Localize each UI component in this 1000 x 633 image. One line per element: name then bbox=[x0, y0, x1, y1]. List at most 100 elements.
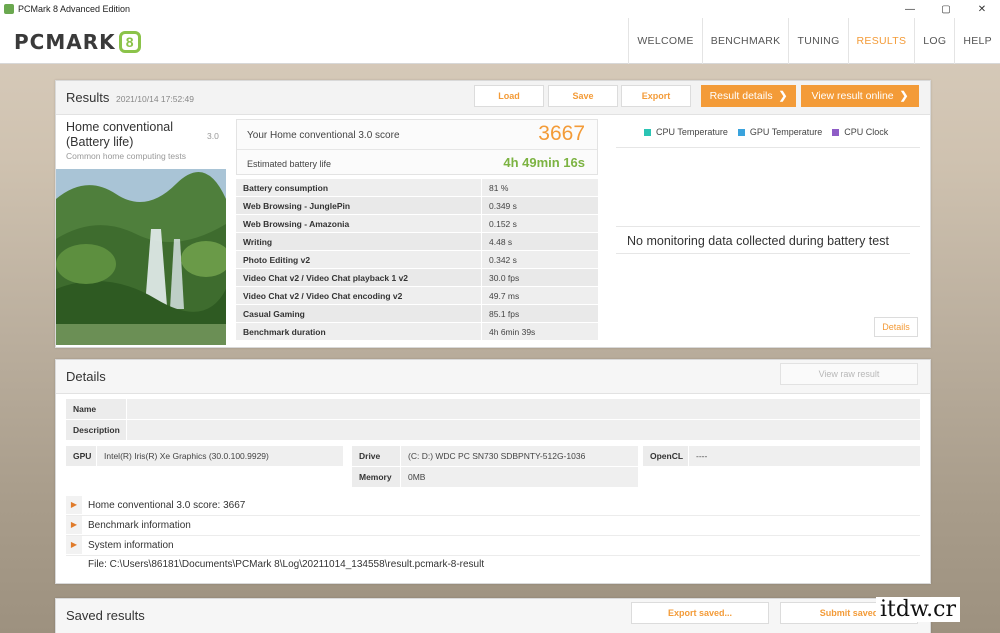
nav-results[interactable]: RESULTS bbox=[847, 18, 915, 64]
chevron-right-icon: ❯ bbox=[778, 90, 788, 102]
monitoring-details-button[interactable]: Details bbox=[874, 317, 918, 337]
metric-name: Photo Editing v2 bbox=[236, 251, 482, 268]
legend-item[interactable]: GPU Temperature bbox=[737, 127, 823, 137]
metric-row: Web Browsing - JunglePin 0.349 s bbox=[236, 197, 598, 215]
pcmark-logo: PCMARK 8 bbox=[14, 30, 141, 54]
metric-name: Benchmark duration bbox=[236, 323, 482, 340]
nav-log[interactable]: LOG bbox=[914, 18, 954, 64]
nav-help[interactable]: HELP bbox=[954, 18, 1000, 64]
metric-row: Writing 4.48 s bbox=[236, 233, 598, 251]
details-panel: Details View raw result Name Description… bbox=[55, 359, 931, 584]
export-button[interactable]: Export bbox=[621, 85, 691, 107]
metric-row: Video Chat v2 / Video Chat encoding v2 49… bbox=[236, 287, 598, 305]
expand-arrow-icon: ▶ bbox=[66, 516, 82, 534]
nav-tuning[interactable]: TUNING bbox=[788, 18, 847, 64]
metric-name: Video Chat v2 / Video Chat playback 1 v2 bbox=[236, 269, 482, 286]
watermark-text: itdw.cr bbox=[876, 597, 961, 622]
legend-label: CPU Temperature bbox=[656, 127, 728, 137]
export-saved-button[interactable]: Export saved... bbox=[631, 602, 769, 624]
saved-results-panel: Saved results Export saved... Submit sav… bbox=[55, 598, 931, 633]
legend-item[interactable]: CPU Clock bbox=[832, 127, 888, 137]
divider bbox=[616, 226, 920, 227]
drive-label: Drive bbox=[352, 446, 400, 466]
chevron-right-icon: ❯ bbox=[899, 90, 909, 102]
legend-label: GPU Temperature bbox=[749, 127, 823, 137]
window-title: PCMark 8 Advanced Edition bbox=[18, 4, 131, 14]
expand-arrow-icon: ▶ bbox=[66, 536, 82, 554]
metric-name: Writing bbox=[236, 233, 482, 250]
expander-system-information[interactable]: ▶ System information bbox=[66, 536, 920, 556]
test-version: 3.0 bbox=[207, 131, 219, 141]
metric-value: 85.1 fps bbox=[489, 309, 520, 319]
legend-label: CPU Clock bbox=[844, 127, 889, 137]
saved-results-title: Saved results bbox=[66, 608, 145, 623]
save-button[interactable]: Save bbox=[548, 85, 618, 107]
window-titlebar: PCMark 8 Advanced Edition — ▢ ✕ bbox=[0, 0, 1000, 18]
metric-row: Benchmark duration 4h 6min 39s bbox=[236, 323, 598, 341]
view-raw-result-button[interactable]: View raw result bbox=[780, 363, 918, 385]
result-details-label: Result details bbox=[709, 90, 773, 102]
battery-life-label: Estimated battery life bbox=[247, 159, 332, 169]
metric-name: Video Chat v2 / Video Chat encoding v2 bbox=[236, 287, 482, 304]
metric-value: 30.0 fps bbox=[489, 273, 520, 283]
app-icon bbox=[4, 4, 14, 14]
results-panel: Results 2021/10/14 17:52:49 Load Save Ex… bbox=[55, 80, 931, 348]
name-value bbox=[127, 399, 920, 419]
minimize-button[interactable]: — bbox=[892, 0, 928, 18]
expander-score[interactable]: ▶ Home conventional 3.0 score: 3667 bbox=[66, 496, 920, 516]
nav-welcome[interactable]: WELCOME bbox=[628, 18, 701, 64]
metric-name: Casual Gaming bbox=[236, 305, 482, 322]
legend-swatch bbox=[832, 128, 840, 136]
metric-value: 49.7 ms bbox=[489, 291, 520, 301]
score-row: Your Home conventional 3.0 score 3667 bbox=[237, 120, 597, 150]
score-box: Your Home conventional 3.0 score 3667 Es… bbox=[236, 119, 598, 175]
expander-label: System information bbox=[88, 540, 174, 551]
expander-label: Benchmark information bbox=[88, 520, 191, 531]
results-title: Results bbox=[66, 90, 110, 105]
battery-life-value: 4h 49min 16s bbox=[503, 155, 585, 170]
window-controls: — ▢ ✕ bbox=[892, 0, 1000, 18]
legend-item[interactable]: CPU Temperature bbox=[644, 127, 728, 137]
metric-value: 4.48 s bbox=[489, 237, 513, 247]
metric-value: 0.349 s bbox=[489, 201, 517, 211]
metric-value: 81 % bbox=[489, 183, 509, 193]
nav-benchmark[interactable]: BENCHMARK bbox=[701, 18, 789, 64]
legend-swatch bbox=[644, 128, 651, 136]
name-label: Name bbox=[66, 399, 126, 419]
memory-label: Memory bbox=[352, 467, 400, 487]
view-online-button[interactable]: View result online ❯ bbox=[801, 85, 919, 107]
result-details-button[interactable]: Result details ❯ bbox=[701, 85, 796, 107]
waterfall-image bbox=[56, 169, 226, 345]
metric-value: 4h 6min 39s bbox=[489, 327, 536, 337]
legend-swatch bbox=[737, 128, 745, 136]
metric-row: Casual Gaming 85.1 fps bbox=[236, 305, 598, 323]
test-subtitle: Common home computing tests bbox=[66, 151, 186, 161]
drive-value: (C: D:) WDC PC SN730 SDBPNTY-512G-1036 bbox=[401, 446, 638, 466]
test-name: Home conventional (Battery life) bbox=[66, 120, 174, 149]
description-label: Description bbox=[66, 420, 126, 440]
result-file-path: File: C:\Users\86181\Documents\PCMark 8\… bbox=[88, 559, 485, 570]
description-value bbox=[127, 420, 920, 440]
monitoring-legend: CPU Temperature GPU Temperature CPU Cloc… bbox=[644, 127, 898, 137]
load-button[interactable]: Load bbox=[474, 85, 544, 107]
expand-arrow-icon: ▶ bbox=[66, 496, 82, 514]
metric-name: Web Browsing - Amazonia bbox=[236, 215, 482, 232]
metric-row: Battery consumption 81 % bbox=[236, 179, 598, 197]
main-nav: WELCOME BENCHMARK TUNING RESULTS LOG HEL… bbox=[628, 18, 1000, 64]
no-monitoring-data-message: No monitoring data collected during batt… bbox=[627, 234, 889, 248]
score-label: Your Home conventional 3.0 score bbox=[247, 130, 400, 141]
gpu-value: Intel(R) Iris(R) Xe Graphics (30.0.100.9… bbox=[97, 446, 343, 466]
metric-row: Photo Editing v2 0.342 s bbox=[236, 251, 598, 269]
app-header: PCMARK 8 WELCOME BENCHMARK TUNING RESULT… bbox=[0, 18, 1000, 64]
metric-row: Web Browsing - Amazonia 0.152 s bbox=[236, 215, 598, 233]
expander-label: Home conventional 3.0 score: 3667 bbox=[88, 500, 246, 511]
maximize-button[interactable]: ▢ bbox=[928, 0, 964, 18]
logo-text: PCMARK bbox=[14, 30, 116, 54]
score-value: 3667 bbox=[538, 122, 585, 145]
close-button[interactable]: ✕ bbox=[964, 0, 1000, 18]
expander-benchmark-information[interactable]: ▶ Benchmark information bbox=[66, 516, 920, 536]
opencl-label: OpenCL bbox=[643, 446, 688, 466]
logo-mark: 8 bbox=[118, 31, 141, 53]
metric-row: Video Chat v2 / Video Chat playback 1 v2… bbox=[236, 269, 598, 287]
metric-name: Web Browsing - JunglePin bbox=[236, 197, 482, 214]
